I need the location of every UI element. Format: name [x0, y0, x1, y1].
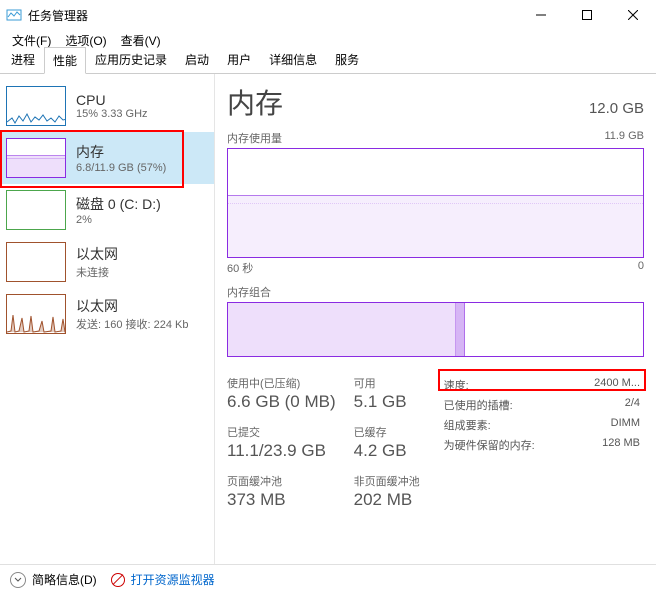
- sidebar: CPU 15% 3.33 GHz 内存 6.8/11.9 GB (57%) 磁盘…: [0, 74, 215, 564]
- sidebar-item-cpu[interactable]: CPU 15% 3.33 GHz: [0, 80, 214, 132]
- memory-usage-chart[interactable]: [227, 148, 644, 258]
- minimize-button[interactable]: [518, 0, 564, 30]
- maximize-button[interactable]: [564, 0, 610, 30]
- stat-cached: 已缓存 4.2 GB: [354, 424, 420, 461]
- disk-mini-chart: [6, 190, 66, 230]
- sidebar-item-sub: 15% 3.33 GHz: [76, 108, 148, 120]
- sidebar-item-sub: 2%: [76, 214, 161, 226]
- sidebar-texts: 内存 6.8/11.9 GB (57%): [76, 142, 166, 174]
- ethernet-mini-chart: [6, 294, 66, 334]
- stat-value: 373 MB: [227, 490, 336, 510]
- spec-key: 已使用的插槽:: [444, 397, 544, 413]
- memory-total: 12.0 GB: [589, 100, 644, 117]
- brief-info-link[interactable]: 简略信息(D): [32, 571, 97, 588]
- sidebar-item-sub: 未连接: [76, 264, 118, 280]
- stat-key: 已缓存: [354, 424, 420, 440]
- spec-slots: 已使用的插槽: 2/4: [444, 395, 644, 415]
- window-title: 任务管理器: [28, 7, 518, 24]
- tab-app-history[interactable]: 应用历史记录: [86, 46, 176, 73]
- tab-services[interactable]: 服务: [326, 46, 368, 73]
- memory-mini-chart: [6, 138, 66, 178]
- sidebar-item-label: 以太网: [76, 296, 189, 316]
- sidebar-item-label: CPU: [76, 92, 148, 108]
- usage-chart-labels: 内存使用量 11.9 GB: [227, 130, 644, 146]
- stat-nonpaged-pool: 非页面缓冲池 202 MB: [354, 473, 420, 510]
- detail-title: 内存: [227, 82, 283, 122]
- usage-label: 内存使用量: [227, 130, 282, 146]
- resource-monitor-icon: [111, 573, 125, 587]
- memory-composition-chart[interactable]: [227, 302, 644, 357]
- stat-key: 页面缓冲池: [227, 473, 336, 489]
- spec-form-factor: 组成要素: DIMM: [444, 415, 644, 435]
- stat-available: 可用 5.1 GB: [354, 375, 420, 412]
- spec-key: 为硬件保留的内存:: [444, 437, 544, 453]
- titlebar: 任务管理器: [0, 0, 656, 30]
- spec-hardware-reserved: 为硬件保留的内存: 128 MB: [444, 435, 644, 455]
- spec-key: 组成要素:: [444, 417, 544, 433]
- sidebar-texts: 以太网 发送: 160 接收: 224 Kb: [76, 296, 189, 332]
- detail-header: 内存 12.0 GB: [227, 82, 644, 122]
- sidebar-item-label: 磁盘 0 (C: D:): [76, 194, 161, 214]
- stat-value: 5.1 GB: [354, 392, 420, 412]
- cpu-mini-chart: [6, 86, 66, 126]
- sidebar-texts: CPU 15% 3.33 GHz: [76, 92, 148, 120]
- collapse-icon[interactable]: [10, 572, 26, 588]
- sidebar-item-memory[interactable]: 内存 6.8/11.9 GB (57%): [0, 132, 214, 184]
- stat-key: 使用中(已压缩): [227, 375, 336, 391]
- window-buttons: [518, 0, 656, 30]
- composition-label: 内存组合: [227, 284, 271, 300]
- sidebar-texts: 以太网 未连接: [76, 244, 118, 280]
- stats-grid: 使用中(已压缩) 6.6 GB (0 MB) 已提交 11.1/23.9 GB …: [227, 375, 644, 510]
- sidebar-item-label: 以太网: [76, 244, 118, 264]
- spec-value: 128 MB: [544, 437, 644, 453]
- tab-performance[interactable]: 性能: [44, 47, 86, 74]
- spec-value: DIMM: [544, 417, 644, 433]
- spec-speed: 速度: 2400 M...: [444, 375, 644, 395]
- composition-chart-labels: 内存组合: [227, 284, 644, 300]
- sidebar-item-disk-0[interactable]: 磁盘 0 (C: D:) 2%: [0, 184, 214, 236]
- sidebar-texts: 磁盘 0 (C: D:) 2%: [76, 194, 161, 226]
- stat-key: 已提交: [227, 424, 336, 440]
- tab-details[interactable]: 详细信息: [260, 46, 326, 73]
- footer: 简略信息(D) 打开资源监视器: [0, 564, 656, 594]
- spec-column: 速度: 2400 M... 已使用的插槽: 2/4 组成要素: DIMM 为硬件…: [444, 375, 644, 510]
- tab-processes[interactable]: 进程: [2, 46, 44, 73]
- ethernet-mini-chart: [6, 242, 66, 282]
- sidebar-item-sub: 发送: 160 接收: 224 Kb: [76, 316, 189, 332]
- app-icon: [6, 7, 22, 23]
- tab-bar: 进程 性能 应用历史记录 启动 用户 详细信息 服务: [0, 50, 656, 74]
- open-resource-monitor-link[interactable]: 打开资源监视器: [131, 571, 215, 588]
- close-button[interactable]: [610, 0, 656, 30]
- usage-chart-footer: 60 秒 0: [227, 260, 644, 276]
- detail-pane: 内存 12.0 GB 内存使用量 11.9 GB 60 秒 0 内存组合 使用中…: [215, 74, 656, 564]
- sidebar-item-ethernet-1[interactable]: 以太网 发送: 160 接收: 224 Kb: [0, 288, 214, 340]
- zero-label: 0: [638, 260, 644, 276]
- stat-key: 非页面缓冲池: [354, 473, 420, 489]
- usage-max: 11.9 GB: [604, 130, 644, 146]
- stats-col-2: 可用 5.1 GB 已缓存 4.2 GB 非页面缓冲池 202 MB: [354, 375, 420, 510]
- tab-startup[interactable]: 启动: [176, 46, 218, 73]
- tab-users[interactable]: 用户: [218, 46, 260, 73]
- stat-value: 6.6 GB (0 MB): [227, 392, 336, 412]
- spec-value: 2/4: [544, 397, 644, 413]
- spec-key: 速度:: [444, 377, 544, 393]
- stat-in-use: 使用中(已压缩) 6.6 GB (0 MB): [227, 375, 336, 412]
- main-row: CPU 15% 3.33 GHz 内存 6.8/11.9 GB (57%) 磁盘…: [0, 74, 656, 564]
- stat-value: 4.2 GB: [354, 441, 420, 461]
- stat-paged-pool: 页面缓冲池 373 MB: [227, 473, 336, 510]
- stat-value: 202 MB: [354, 490, 420, 510]
- stat-value: 11.1/23.9 GB: [227, 441, 336, 461]
- stat-key: 可用: [354, 375, 420, 391]
- time-span: 60 秒: [227, 260, 253, 276]
- spec-value: 2400 M...: [544, 377, 644, 393]
- sidebar-item-label: 内存: [76, 142, 166, 162]
- stats-col-1: 使用中(已压缩) 6.6 GB (0 MB) 已提交 11.1/23.9 GB …: [227, 375, 336, 510]
- stat-committed: 已提交 11.1/23.9 GB: [227, 424, 336, 461]
- sidebar-item-sub: 6.8/11.9 GB (57%): [76, 162, 166, 174]
- sidebar-item-ethernet-0[interactable]: 以太网 未连接: [0, 236, 214, 288]
